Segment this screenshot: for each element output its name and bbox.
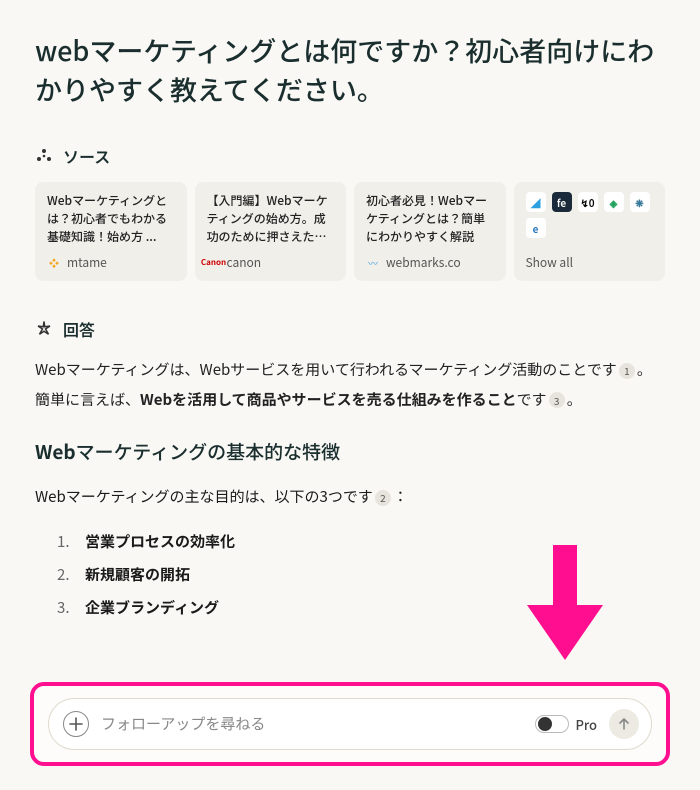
answer-paragraph: Webマーケティングは、Webサービスを用いて行われるマーケティング活動のことで…: [35, 355, 665, 414]
submit-button[interactable]: [609, 709, 639, 739]
citation-badge[interactable]: 3: [549, 392, 565, 408]
source-card[interactable]: 【入門編】Webマーケティングの始め方。成功のために押さえたい ... Cano…: [195, 182, 347, 281]
list-intro: Webマーケティングの主な目的は、以下の3つです2：: [35, 483, 665, 512]
favicon-icon: ↯0: [578, 192, 598, 212]
arrow-down-icon: [520, 545, 610, 670]
followup-input[interactable]: [101, 716, 523, 733]
answer-icon: [35, 320, 53, 338]
favicon-icon: 〰: [366, 256, 380, 270]
sources-label: ソース: [63, 144, 110, 168]
followup-bar: Pro: [48, 698, 652, 750]
source-card[interactable]: Webマーケティングとは？初心者でもわかる基礎知識！始め方 ... ❖ mtam…: [35, 182, 187, 281]
pro-toggle[interactable]: Pro: [535, 715, 597, 734]
source-title: Webマーケティングとは？初心者でもわかる基礎知識！始め方 ...: [47, 192, 175, 246]
source-card-showall[interactable]: ◢ fe ↯0 ◈ ❋ e Show all: [514, 182, 666, 281]
favicon-icon: Canon: [207, 256, 221, 270]
answer-header: 回答: [35, 317, 665, 341]
source-meta: ❖ mtame: [47, 254, 175, 271]
source-domain: mtame: [67, 254, 107, 271]
citation-badge[interactable]: 2: [375, 490, 391, 506]
favicon-icon: ◢: [526, 192, 546, 212]
answer-label: 回答: [63, 317, 95, 341]
sub-heading: Webマーケティングの基本的な特徴: [35, 438, 665, 465]
source-card[interactable]: 初心者必見！Webマーケティングとは？簡単にわかりやすく解説 〰 webmark…: [354, 182, 506, 281]
source-title: 【入門編】Webマーケティングの始め方。成功のために押さえたい ...: [207, 192, 335, 246]
showall-label: Show all: [526, 254, 574, 271]
citation-badge[interactable]: 1: [619, 363, 635, 379]
source-title: 初心者必見！Webマーケティングとは？簡単にわかりやすく解説: [366, 192, 494, 246]
pro-label: Pro: [575, 715, 597, 734]
favicon-icon: ❋: [630, 192, 650, 212]
sources-row: Webマーケティングとは？初心者でもわかる基礎知識！始め方 ... ❖ mtam…: [35, 182, 665, 281]
favicon-icon: ◈: [604, 192, 624, 212]
favicon-icon: fe: [552, 192, 572, 212]
followup-highlight: Pro: [30, 682, 670, 766]
add-button[interactable]: [63, 711, 89, 737]
sources-icon: [35, 147, 53, 165]
favicon-icon: e: [526, 218, 546, 238]
source-domain: webmarks.co: [386, 254, 461, 271]
sources-header: ソース: [35, 144, 665, 168]
source-domain: canon: [227, 254, 262, 271]
source-meta: 〰 webmarks.co: [366, 254, 494, 271]
source-meta: Canon canon: [207, 254, 335, 271]
toggle-switch[interactable]: [535, 715, 569, 733]
favicon-icon: ❖: [47, 256, 61, 270]
query-title: webマーケティングとは何ですか？初心者向けにわかりやすく教えてください。: [35, 30, 665, 108]
favicons-grid: ◢ fe ↯0 ◈ ❋ e: [526, 192, 654, 238]
